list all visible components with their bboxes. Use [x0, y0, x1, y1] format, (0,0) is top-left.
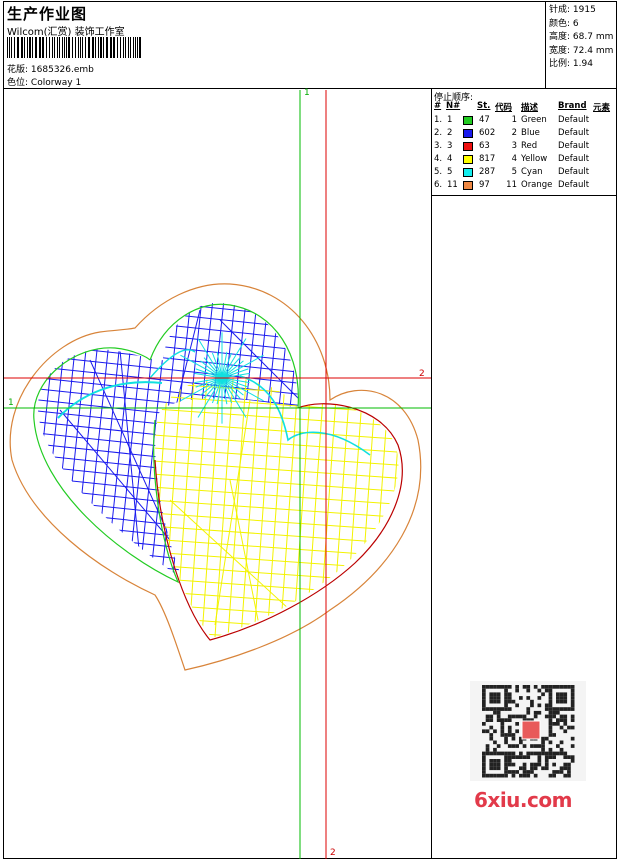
blue-fill — [37, 302, 299, 578]
axis-label-v2: 2 — [330, 848, 336, 858]
orange-outline — [9, 283, 422, 671]
cyan-swirl-right — [239, 375, 371, 456]
axis-label-h2: 2 — [419, 369, 425, 379]
axis-label-h1: 1 — [8, 398, 14, 408]
watermark-logo: 6xiu.com — [474, 788, 572, 812]
production-sheet: 生产作业图 Wilcom(汇赏) 装饰工作室 花版: 1685326.emb 色… — [0, 0, 620, 861]
axis-label-v1: 1 — [304, 88, 310, 98]
qr-code-icon — [470, 681, 586, 781]
